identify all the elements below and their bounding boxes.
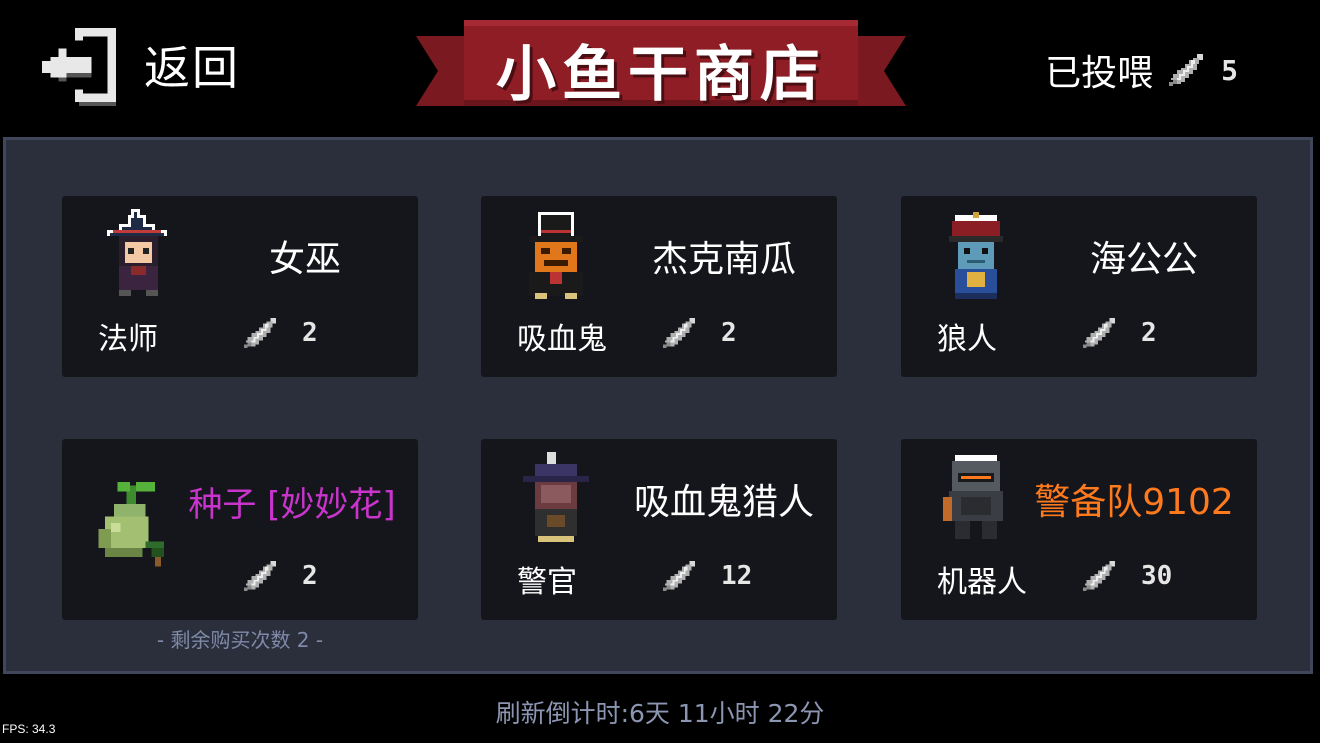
item-price: 2 — [1081, 314, 1157, 352]
remaining-purchases: - 剩余购买次数 2 - — [156, 628, 324, 652]
item-type: 法师 — [98, 322, 158, 357]
item-type: 吸血鬼 — [517, 322, 607, 357]
item-name: 吸血鬼猎人 — [633, 482, 814, 523]
item-name: 警备队9102 — [1034, 482, 1234, 523]
shop-item-card[interactable]: 海公公 狼人 2 — [901, 196, 1257, 377]
item-name: 海公公 — [1089, 239, 1198, 280]
item-name: 女巫 — [268, 239, 341, 280]
item-price: 2 — [242, 314, 318, 352]
dried-fish-icon — [1081, 557, 1119, 595]
dried-fish-icon — [1081, 314, 1119, 352]
top-bar: 返回 小鱼干商店 已投喂 5 — [0, 0, 1320, 135]
seed-icon — [98, 482, 165, 567]
price-value: 2 — [721, 318, 737, 348]
price-value: 2 — [302, 561, 318, 591]
dried-fish-icon — [242, 557, 280, 595]
price-value: 2 — [302, 318, 318, 348]
fed-label: 已投喂 — [1045, 53, 1154, 94]
item-name: 种子 [妙妙花] — [188, 485, 396, 525]
back-button[interactable]: 返回 — [38, 24, 240, 106]
shop-item-card[interactable]: 女巫 法师 2 — [62, 196, 418, 377]
fed-count: 5 — [1221, 53, 1238, 87]
shop-title: 小鱼干商店 — [496, 40, 826, 110]
refresh-countdown: 刷新倒计时:6天 11小时 22分 — [495, 699, 825, 728]
dried-fish-icon — [242, 314, 280, 352]
item-price: 30 — [1081, 557, 1172, 595]
item-name: 杰克南瓜 — [651, 239, 796, 280]
price-value: 12 — [721, 561, 753, 591]
dried-fish-icon — [1167, 50, 1207, 90]
shop-item-card[interactable]: 警备队9102 机器人 30 — [901, 439, 1257, 620]
price-value: 2 — [1141, 318, 1157, 348]
fps-counter: FPS: 34.3 — [2, 722, 56, 736]
back-label: 返回 — [144, 41, 240, 95]
robot-guard-portrait — [943, 455, 1003, 539]
item-type: 机器人 — [937, 565, 1027, 600]
shop-item-card[interactable]: 杰克南瓜 吸血鬼 2 — [481, 196, 837, 377]
vampire-hunter-portrait — [523, 452, 589, 542]
exit-door-icon — [42, 28, 116, 106]
item-price: 2 — [661, 314, 737, 352]
item-price: 12 — [661, 557, 752, 595]
item-price: 2 — [242, 557, 318, 595]
witch-portrait — [107, 209, 167, 296]
item-type: 警官 — [517, 565, 577, 600]
dried-fish-icon — [661, 314, 699, 352]
eunuch-portrait — [949, 212, 1003, 299]
dried-fish-icon — [661, 557, 699, 595]
shop-item-card[interactable]: 种子 [妙妙花] 2 — [62, 439, 418, 620]
jack-pumpkin-portrait — [529, 212, 583, 299]
price-value: 30 — [1141, 561, 1173, 591]
fed-counter: 已投喂 5 — [1045, 44, 1238, 96]
shop-title-banner: 小鱼干商店 — [416, 14, 906, 118]
shop-item-card[interactable]: 吸血鬼猎人 警官 12 — [481, 439, 837, 620]
item-type: 狼人 — [937, 322, 997, 357]
